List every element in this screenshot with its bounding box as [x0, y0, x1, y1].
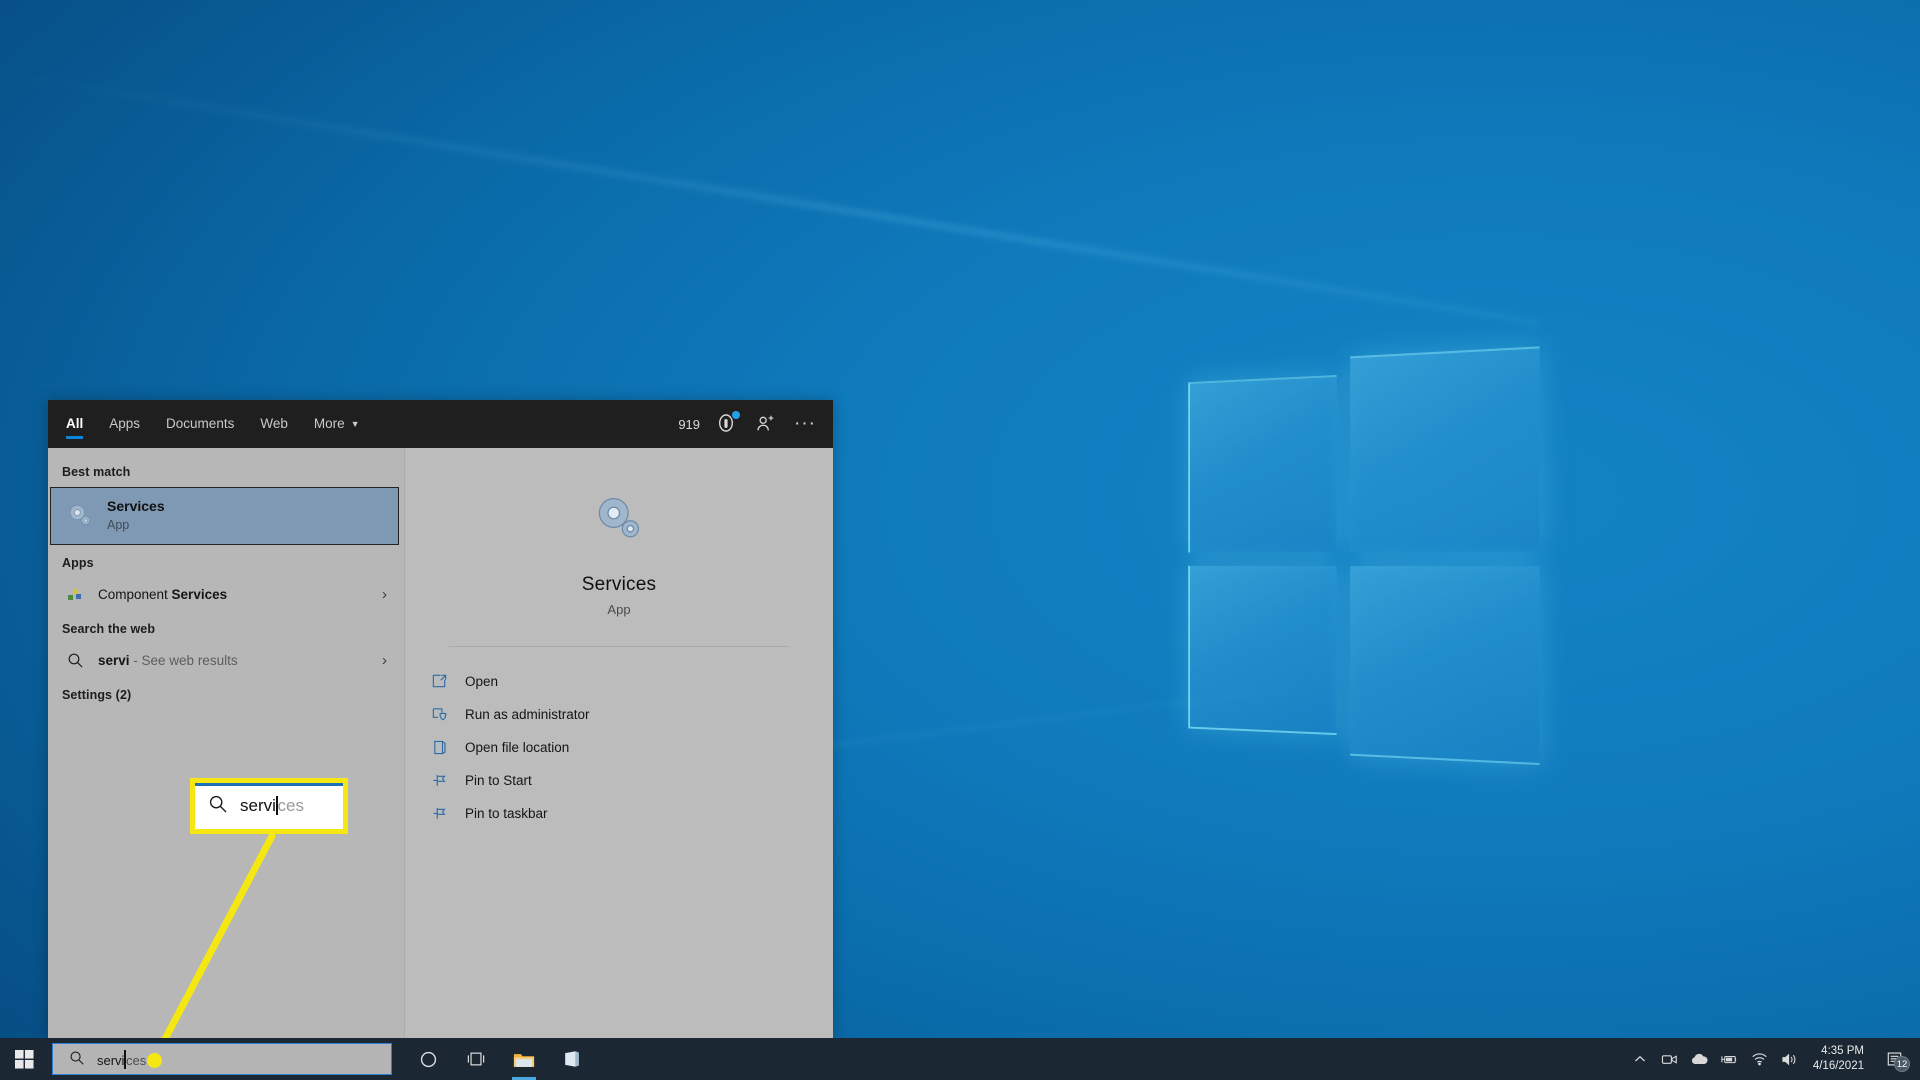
- tab-web[interactable]: Web: [260, 400, 288, 448]
- services-gears-icon: [63, 499, 97, 533]
- callout-accent-line: [195, 783, 343, 786]
- settings-heading: Settings (2): [62, 688, 132, 702]
- action-label: Pin to taskbar: [465, 806, 548, 821]
- windows-start-icon[interactable]: [0, 1038, 48, 1080]
- search-icon: [69, 1050, 85, 1069]
- best-match-subtitle: App: [107, 517, 130, 532]
- search-input-value: servi ces: [97, 1049, 147, 1069]
- microsoft-rewards-icon[interactable]: [713, 411, 741, 437]
- hero-pane-top-right: [1350, 346, 1540, 553]
- apps-heading: Apps: [62, 556, 94, 570]
- action-open-file-location[interactable]: Open file location: [429, 731, 833, 764]
- wifi-icon[interactable]: [1745, 1038, 1775, 1080]
- hero-pane-top-left: [1188, 374, 1337, 553]
- services-gears-icon: [591, 492, 647, 548]
- taskbar-typed-text: servi: [97, 1052, 125, 1068]
- tab-all[interactable]: All: [66, 400, 84, 448]
- best-match-title: Services: [107, 498, 165, 515]
- best-match-heading: Best match: [62, 465, 131, 479]
- tab-more[interactable]: More ▼: [314, 400, 360, 448]
- battery-plug-icon[interactable]: [1715, 1038, 1745, 1080]
- list-item-web-result[interactable]: servi - See web results ›: [50, 643, 399, 677]
- search-panel-header: All Apps Documents Web More ▼ 919 ···: [48, 400, 833, 448]
- chevron-down-icon: ▼: [350, 418, 360, 429]
- best-match-text: Services App: [107, 498, 165, 534]
- ellipsis-icon[interactable]: ···: [791, 414, 819, 433]
- list-item-component-services[interactable]: Component Services ›: [50, 577, 399, 611]
- system-tray: 4:35 PM 4/16/2021 12: [1625, 1038, 1920, 1080]
- search-box-callout: services: [190, 778, 348, 834]
- notifications-icon[interactable]: 12: [1876, 1038, 1912, 1080]
- app-preview-pane: Services App Open Run as administrator O…: [404, 448, 833, 1038]
- rewards-points-value: 919: [678, 416, 701, 432]
- search-panel-body: Best match Services App Apps Component S…: [48, 448, 833, 1038]
- hero-pane-bottom-right: [1350, 565, 1540, 766]
- list-item-label: Component Services: [98, 586, 228, 602]
- tab-more-label: More: [313, 416, 345, 431]
- notification-badge: 12: [1894, 1056, 1910, 1072]
- shield-run-icon: [429, 705, 449, 725]
- clock[interactable]: 4:35 PM 4/16/2021: [1805, 1044, 1876, 1074]
- open-icon: [429, 672, 449, 692]
- list-item-label: servi - See web results: [98, 652, 238, 668]
- component-services-icon: [64, 583, 86, 605]
- best-match-result-services[interactable]: Services App: [50, 487, 399, 545]
- chevron-right-icon[interactable]: ›: [382, 652, 387, 669]
- tab-all-label: All: [66, 416, 84, 431]
- task-view-icon[interactable]: [452, 1038, 500, 1080]
- taskbar-suggestion-text: ces: [126, 1052, 147, 1068]
- pin-icon: [429, 804, 449, 824]
- rewards-badge-dot: [732, 411, 741, 419]
- search-icon: [208, 794, 228, 819]
- file-explorer-icon[interactable]: [500, 1038, 548, 1080]
- tab-apps-label: Apps: [109, 416, 141, 431]
- search-results-list: Best match Services App Apps Component S…: [48, 448, 404, 1038]
- hero-pane-bottom-left: [1188, 565, 1337, 736]
- windows-logo-hero: [1185, 346, 1546, 766]
- action-pin-to-start[interactable]: Pin to Start: [429, 764, 833, 797]
- taskbar-buttons: [404, 1038, 596, 1080]
- callout-typed-text: servi: [240, 796, 276, 815]
- callout-search-text: services: [240, 796, 304, 816]
- tab-web-label: Web: [260, 416, 288, 431]
- action-pin-to-taskbar[interactable]: Pin to taskbar: [429, 797, 833, 830]
- cortana-circle-icon[interactable]: [404, 1038, 452, 1080]
- action-label: Open: [465, 674, 499, 689]
- chevron-right-icon[interactable]: ›: [382, 586, 387, 603]
- callout-suggestion-text: ces: [277, 796, 304, 815]
- action-label: Open file location: [465, 740, 570, 755]
- person-add-icon[interactable]: [752, 411, 778, 437]
- wallpaper-light-streak: [0, 70, 1541, 327]
- tab-documents-label: Documents: [166, 416, 235, 431]
- tab-apps[interactable]: Apps: [109, 400, 140, 448]
- camera-icon[interactable]: [1655, 1038, 1685, 1080]
- search-icon: [64, 649, 86, 671]
- clock-date: 4/16/2021: [1812, 1060, 1864, 1072]
- tab-documents[interactable]: Documents: [166, 400, 234, 448]
- taskbar: servi ces 4:35 PM 4/16/2021 12: [0, 1038, 1920, 1080]
- action-run-as-administrator[interactable]: Run as administrator: [429, 698, 833, 731]
- pin-icon: [429, 771, 449, 791]
- search-input[interactable]: servi ces: [52, 1043, 392, 1075]
- microsoft-store-icon[interactable]: [548, 1038, 596, 1080]
- app-action-list: Open Run as administrator Open file loca…: [405, 647, 833, 830]
- chevron-up-icon[interactable]: [1625, 1038, 1655, 1080]
- speaker-icon[interactable]: [1775, 1038, 1805, 1080]
- cloud-icon[interactable]: [1685, 1038, 1715, 1080]
- search-the-web-heading: Search the web: [62, 622, 156, 636]
- preview-app-title: Services: [581, 574, 657, 595]
- action-label: Run as administrator: [465, 707, 590, 722]
- search-header-actions: 919 ···: [678, 411, 819, 437]
- preview-app-subtitle: App: [607, 602, 631, 617]
- clock-time: 4:35 PM: [1821, 1044, 1864, 1057]
- callout-anchor-dot: [147, 1053, 162, 1068]
- windows-search-panel: All Apps Documents Web More ▼ 919 ··· Be…: [48, 400, 833, 1038]
- action-open[interactable]: Open: [429, 665, 833, 698]
- folder-location-icon: [429, 738, 449, 758]
- action-label: Pin to Start: [465, 773, 532, 788]
